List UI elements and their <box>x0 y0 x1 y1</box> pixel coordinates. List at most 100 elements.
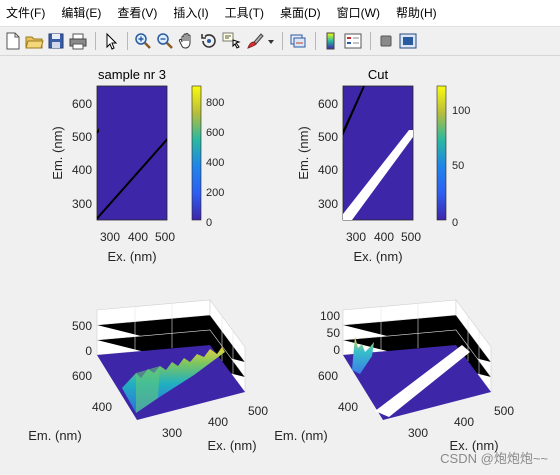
plot-sample-nr-3[interactable]: sample nr 3 600 500 400 300 300 400 500 … <box>50 67 224 264</box>
plot2-ytick: 400 <box>318 163 338 177</box>
menu-edit[interactable]: 编辑(E) <box>53 2 109 24</box>
plot2-yticks: 600 500 400 300 <box>318 97 338 211</box>
menu-window[interactable]: 窗口(W) <box>329 2 388 24</box>
link-plot-icon[interactable] <box>288 31 308 51</box>
menu-view[interactable]: 查看(V) <box>109 2 165 24</box>
plot2-ytick: 600 <box>318 97 338 111</box>
open-file-icon[interactable] <box>24 31 44 51</box>
plot2-xtick: 300 <box>346 230 366 244</box>
data-cursor-icon[interactable] <box>221 31 241 51</box>
plot1-colorbar-ticks: 800 600 400 200 0 <box>206 97 224 229</box>
pointer-icon[interactable] <box>101 31 121 51</box>
plot1-axes <box>96 85 168 221</box>
plot3-zticks: 500 0 <box>72 319 92 358</box>
plot2-cbtick: 50 <box>452 160 464 172</box>
toolbar-separator <box>370 32 371 50</box>
plot1-xlabel: Ex. (nm) <box>107 249 156 264</box>
plot1-cbtick: 400 <box>206 157 224 169</box>
hide-plot-tools-icon[interactable] <box>376 31 396 51</box>
plot1-xtick: 500 <box>155 230 175 244</box>
plot3-ytick: 600 <box>72 369 92 383</box>
plot3-ztick: 0 <box>85 344 92 358</box>
plot2-xtick: 400 <box>374 230 394 244</box>
menu-bar: 文件(F) 编辑(E) 查看(V) 插入(I) 工具(T) 桌面(D) 窗口(W… <box>0 0 560 26</box>
plot2-xtick: 500 <box>401 230 421 244</box>
rotate-3d-icon[interactable] <box>199 31 219 51</box>
plot1-xticks: 300 400 500 <box>100 230 175 244</box>
plot4-yticks: 600 400 <box>318 369 358 414</box>
plot1-yticks: 600 500 400 300 <box>72 97 92 211</box>
zoom-in-icon[interactable] <box>133 31 153 51</box>
plot2-colorbar-ticks: 100 50 0 <box>452 105 470 229</box>
plot1-cbtick: 600 <box>206 127 224 139</box>
plot-cut[interactable]: Cut 600 500 400 300 300 400 500 Ex. (nm)… <box>296 67 470 264</box>
plot1-cbtick: 200 <box>206 187 224 199</box>
menu-tools[interactable]: 工具(T) <box>217 2 272 24</box>
plot2-title: Cut <box>368 67 389 82</box>
plot3-xlabel: Ex. (nm) <box>207 438 256 453</box>
plot3-ylabel: Em. (nm) <box>28 428 81 443</box>
save-icon[interactable] <box>46 31 66 51</box>
plot3-xtick: 300 <box>162 426 182 440</box>
legend-icon[interactable] <box>343 31 363 51</box>
plot3-yticks: 600 400 <box>72 369 112 414</box>
zoom-out-icon[interactable] <box>155 31 175 51</box>
plot1-xtick: 400 <box>128 230 148 244</box>
brush-icon[interactable] <box>245 31 265 51</box>
plot2-xticks: 300 400 500 <box>346 230 421 244</box>
plot4-ztick: 0 <box>333 343 340 357</box>
plot4-ylabel: Em. (nm) <box>274 428 327 443</box>
plot3-xtick: 400 <box>208 415 228 429</box>
toolbar-separator <box>127 32 128 50</box>
watermark: CSDN @炮炮炮~~ <box>440 451 548 466</box>
plot1-cbtick: 800 <box>206 97 224 109</box>
plot3-xtick: 500 <box>248 404 268 418</box>
plot4-zticks: 100 50 0 <box>320 309 340 357</box>
plot4-xtick: 400 <box>454 415 474 429</box>
plot3-ztick: 500 <box>72 319 92 333</box>
new-figure-icon[interactable] <box>3 31 23 51</box>
brush-dropdown-icon[interactable] <box>266 31 276 51</box>
toolbar-separator <box>282 32 283 50</box>
plot-surface-sample[interactable]: 500 0 600 400 300 400 500 Em. (nm) Ex. (… <box>28 299 268 453</box>
plot4-ztick: 50 <box>327 326 341 340</box>
plot3-ytick: 400 <box>92 400 112 414</box>
print-icon[interactable] <box>68 31 88 51</box>
menu-help[interactable]: 帮助(H) <box>388 2 445 24</box>
toolbar-separator <box>315 32 316 50</box>
plot4-ytick: 400 <box>338 400 358 414</box>
plot1-ylabel: Em. (nm) <box>50 126 65 179</box>
plot1-ytick: 500 <box>72 130 92 144</box>
plot4-xtick: 500 <box>494 404 514 418</box>
plot2-cbtick: 100 <box>452 105 470 117</box>
plot1-ytick: 300 <box>72 197 92 211</box>
plot1-title: sample nr 3 <box>98 67 166 82</box>
plot2-ylabel: Em. (nm) <box>296 126 311 179</box>
plot1-colorbar[interactable] <box>191 85 202 221</box>
colorbar-icon[interactable] <box>321 31 341 51</box>
menu-insert[interactable]: 插入(I) <box>165 2 216 24</box>
plot3-xticks: 300 400 500 <box>162 404 268 440</box>
plot2-cbtick: 0 <box>452 217 458 229</box>
plot1-ytick: 600 <box>72 97 92 111</box>
plot2-xlabel: Ex. (nm) <box>353 249 402 264</box>
plot2-axes <box>342 85 414 221</box>
plot1-cbtick: 0 <box>206 217 212 229</box>
plot1-ytick: 400 <box>72 163 92 177</box>
figure-toolbar <box>0 26 560 56</box>
pan-hand-icon[interactable] <box>177 31 197 51</box>
plot4-ytick: 600 <box>318 369 338 383</box>
plot-surface-cut[interactable]: 100 50 0 600 400 300 400 500 Em. (nm) Ex… <box>274 299 514 453</box>
figure-canvas: sample nr 3 600 500 400 300 300 400 500 … <box>0 56 560 475</box>
plot1-xtick: 300 <box>100 230 120 244</box>
toolbar-separator <box>95 32 96 50</box>
plot4-xticks: 300 400 500 <box>408 404 514 440</box>
show-plot-tools-icon[interactable] <box>398 31 418 51</box>
plot4-xtick: 300 <box>408 426 428 440</box>
menu-desktop[interactable]: 桌面(D) <box>272 2 329 24</box>
plot2-ytick: 300 <box>318 197 338 211</box>
plot2-colorbar[interactable] <box>436 85 447 221</box>
plot2-ytick: 500 <box>318 130 338 144</box>
plot4-ztick: 100 <box>320 309 340 323</box>
menu-file[interactable]: 文件(F) <box>0 2 53 24</box>
